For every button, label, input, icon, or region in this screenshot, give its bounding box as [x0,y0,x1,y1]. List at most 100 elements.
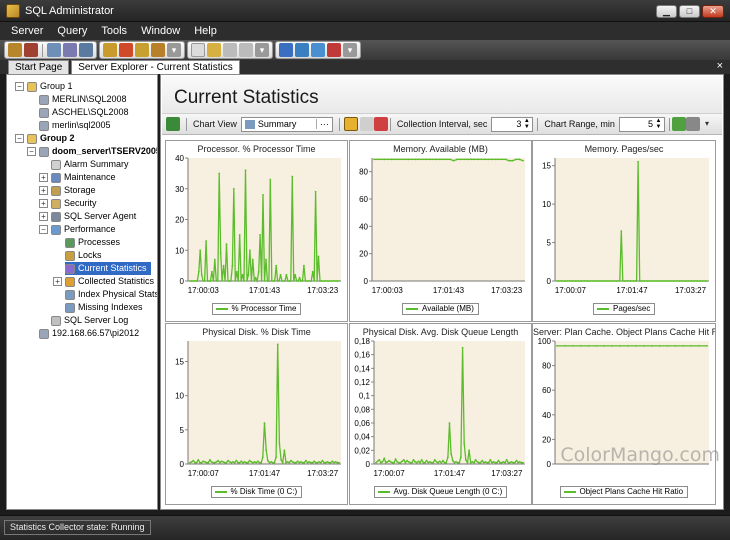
data-point [230,461,233,464]
unregister-server-icon[interactable] [24,43,38,57]
data-point [425,459,428,462]
y-tick-label: 80 [359,168,368,177]
restore-icon[interactable] [151,43,165,57]
register-server-icon[interactable] [8,43,22,57]
close-button[interactable]: ✕ [702,5,724,18]
dropdown-icon[interactable]: ▾ [255,43,269,57]
tree-item[interactable]: Collected Statistics [65,275,154,288]
tree-item[interactable]: Performance [51,223,116,236]
data-point [608,280,610,282]
menu-window[interactable]: Window [134,25,187,37]
dropdown-icon[interactable]: ▾ [343,43,357,57]
tree-expander-icon[interactable]: − [27,147,36,156]
tree-expander-icon[interactable]: − [39,225,48,234]
tree-expander-icon[interactable]: + [39,212,48,221]
data-point [460,456,462,459]
dropdown-icon[interactable]: ▾ [167,43,181,57]
data-point [376,158,379,161]
maximize-button[interactable]: □ [679,5,700,18]
data-point [256,280,259,282]
tree-item[interactable]: ASCHEL\SQL2008 [39,106,129,119]
forward-icon[interactable] [311,43,325,57]
data-point [456,158,459,161]
stop-icon[interactable] [373,117,388,131]
menu-tools[interactable]: Tools [94,25,134,37]
menu-help[interactable]: Help [187,25,224,37]
tree-item[interactable]: Maintenance [51,171,116,184]
windows-icon[interactable] [279,43,293,57]
data-point [202,460,205,463]
find-icon[interactable] [47,43,61,57]
data-point [557,280,560,282]
tree-item[interactable]: SQL Server Log [51,314,128,327]
y-tick-label: 0,16 [354,351,370,360]
dropdown-icon[interactable]: ▾ [700,117,714,131]
explorer-icon[interactable] [63,43,77,57]
tab-start-page[interactable]: Start Page [8,60,70,74]
start-collect-icon[interactable] [343,117,358,131]
tree-item[interactable]: Processes [65,236,120,249]
y-tick-label: 0 [547,277,552,286]
y-tick-label: 0,14 [354,364,370,373]
back-icon[interactable] [295,43,309,57]
data-point [511,159,514,162]
pause-icon[interactable] [359,117,374,131]
chart-legend: Available (MB) [402,303,479,315]
data-point [618,280,621,282]
filter-icon[interactable] [671,117,686,131]
menu-query[interactable]: Query [50,25,94,37]
tree-expander-icon[interactable]: + [39,173,48,182]
spin-arrows-icon[interactable]: ▲ ▼ [655,118,662,130]
tree-expander-icon[interactable]: + [39,186,48,195]
range-spinner[interactable]: 5 ▲ ▼ [618,116,665,132]
more-button[interactable]: ··· [315,119,332,129]
tree-item[interactable]: Missing Indexes [65,301,143,314]
backup-icon[interactable] [135,43,149,57]
main-toolbar: ▾ ▾ ▾ [0,40,730,60]
tree-item[interactable]: MERLIN\SQL2008 [39,93,127,106]
tree-expander-icon[interactable]: − [15,134,24,143]
tree-expander-icon[interactable]: + [39,199,48,208]
data-point [218,172,221,175]
tree-item[interactable]: Current Statistics [65,262,151,275]
tree-item[interactable]: Alarm Summary [51,158,129,171]
tree-item[interactable]: SQL Server Agent [51,210,136,223]
interval-spinner[interactable]: 3 ▲ ▼ [491,116,534,132]
y-tick-label: 40 [359,222,368,231]
tree-item[interactable]: Group 1 [27,80,73,93]
disconnect-icon[interactable] [119,43,133,57]
data-point [217,459,219,462]
tab-server-explorer[interactable]: Server Explorer - Current Statistics [71,60,240,74]
tree-item[interactable]: doom_server\TSERV2005 [39,145,157,158]
cut-icon[interactable] [239,43,253,57]
y-tick-label: 0,06 [354,419,370,428]
connect-icon[interactable] [103,43,117,57]
grid-icon[interactable] [79,43,93,57]
data-point [213,461,216,464]
menu-server[interactable]: Server [4,25,50,37]
save-icon[interactable] [223,43,237,57]
spin-arrows-icon[interactable]: ▲ ▼ [523,118,530,130]
legend-swatch [377,491,390,493]
data-point [425,158,427,161]
tree-item[interactable]: Group 2 [27,132,75,145]
close-tab-icon[interactable]: × [717,60,723,72]
tree-expander-icon[interactable]: − [15,82,24,91]
print-icon[interactable] [685,117,700,131]
tree-item[interactable]: Locks [65,249,102,262]
tree-item[interactable]: Index Physical Stats [65,288,157,301]
close-window-icon[interactable] [327,43,341,57]
tree-item[interactable]: Storage [51,184,96,197]
chart-legend: % Disk Time (0 C:) [210,486,303,498]
data-point [205,461,208,464]
minimize-button[interactable]: ▁ [656,5,677,18]
legend-label: Available (MB) [422,304,474,313]
tree-expander-icon[interactable]: + [53,277,62,286]
refresh-icon[interactable] [166,117,180,131]
new-file-icon[interactable] [191,43,205,57]
tree-item[interactable]: Security [51,197,97,210]
chart-view-select[interactable]: Summary ··· [240,116,333,132]
open-icon[interactable] [207,43,221,57]
tree-item[interactable]: merlin\sql2005 [39,119,111,132]
tree-item[interactable]: 192.168.66.57\pi2012 [39,327,139,340]
